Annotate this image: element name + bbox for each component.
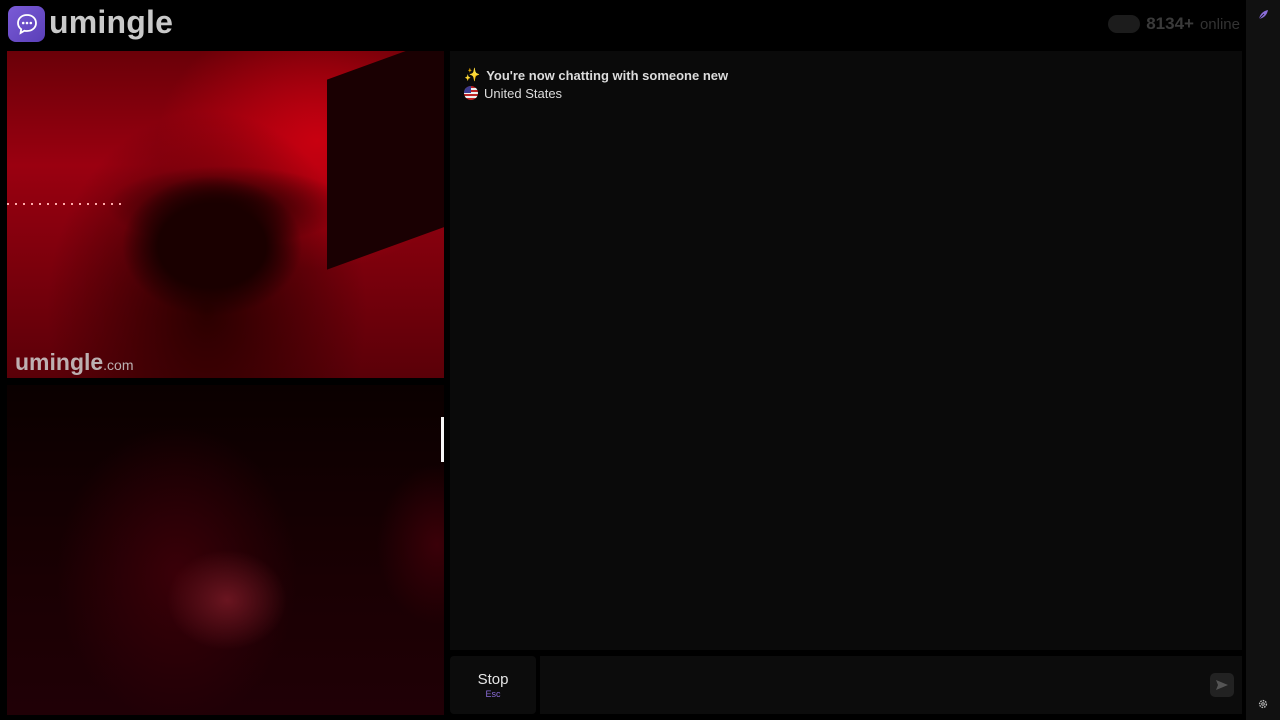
video-watermark: umingle.com bbox=[15, 349, 134, 376]
status-text: You're now chatting with someone new bbox=[486, 67, 729, 83]
string-lights bbox=[7, 203, 127, 205]
header: umingle 8134+ online bbox=[0, 0, 1246, 50]
stranger-video: umingle.com bbox=[7, 51, 444, 378]
chat-bubble-icon bbox=[16, 14, 37, 35]
feather-icon[interactable] bbox=[1257, 9, 1269, 21]
logo-badge[interactable] bbox=[8, 6, 45, 42]
online-indicator: 8134+ online bbox=[1108, 14, 1240, 34]
bottom-controls: Stop Esc bbox=[450, 656, 1242, 716]
status-line: ✨ You're now chatting with someone new bbox=[464, 66, 728, 84]
logo-text[interactable]: umingle bbox=[49, 4, 173, 41]
online-label: online bbox=[1199, 15, 1240, 33]
online-count: 8134+ bbox=[1146, 14, 1194, 33]
send-button[interactable] bbox=[1210, 673, 1234, 697]
system-message: ✨ You're now chatting with someone new U… bbox=[464, 66, 728, 102]
message-input[interactable] bbox=[540, 656, 1242, 714]
gear-icon[interactable] bbox=[1257, 698, 1269, 710]
right-rail bbox=[1246, 0, 1280, 720]
watermark-suffix: .com bbox=[103, 357, 134, 373]
country-text: United States bbox=[484, 85, 563, 101]
video-edge-highlight bbox=[441, 417, 444, 462]
us-flag-icon bbox=[464, 86, 478, 100]
country-line: United States bbox=[464, 84, 728, 102]
self-video bbox=[7, 385, 444, 715]
watermark-brand: umingle bbox=[15, 349, 104, 375]
send-arrow-icon bbox=[1216, 680, 1228, 690]
stop-label: Stop bbox=[477, 671, 509, 688]
background-sign bbox=[327, 51, 444, 270]
chat-panel: ✨ You're now chatting with someone new U… bbox=[450, 51, 1242, 650]
stop-shortcut: Esc bbox=[485, 689, 501, 699]
online-toggle[interactable] bbox=[1108, 15, 1141, 33]
sparkle-icon: ✨ bbox=[464, 67, 481, 82]
stop-button[interactable]: Stop Esc bbox=[450, 656, 536, 714]
